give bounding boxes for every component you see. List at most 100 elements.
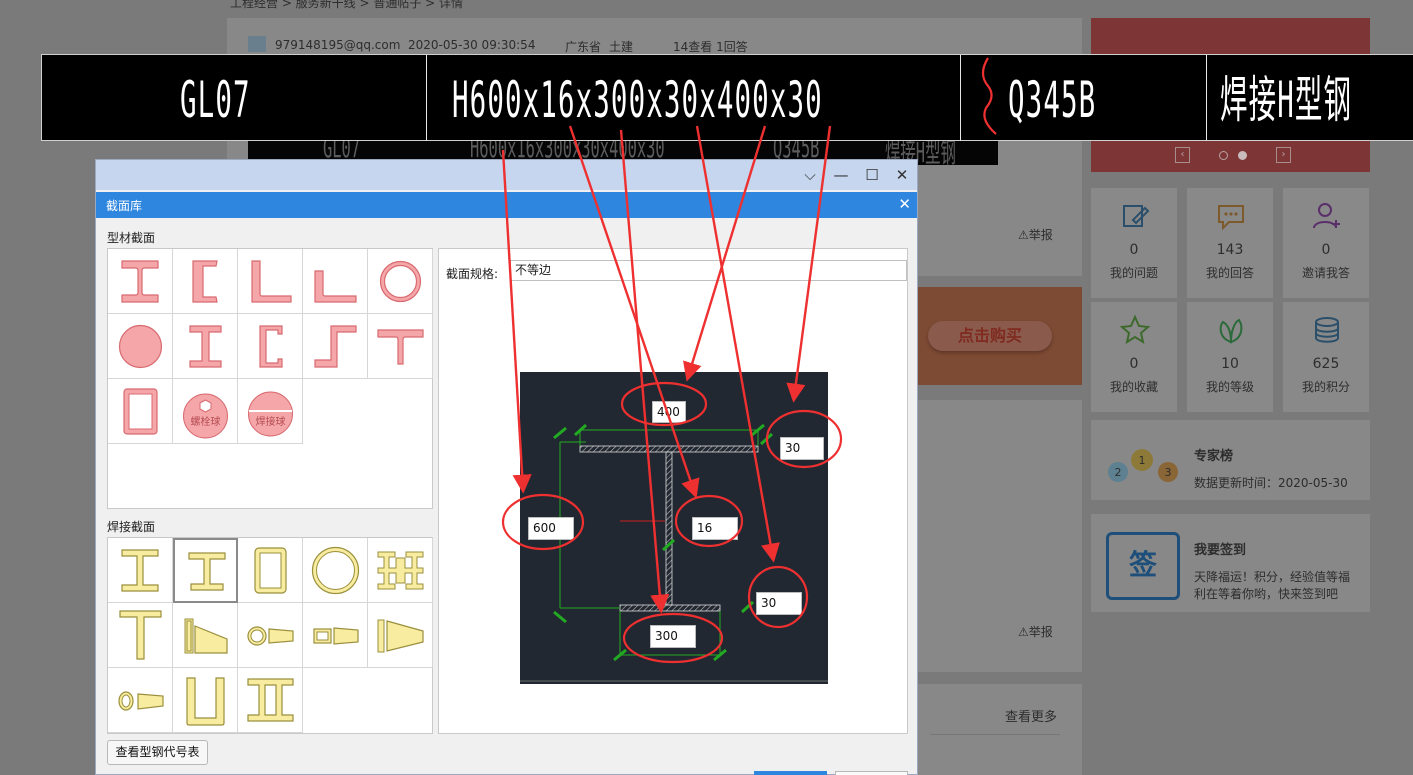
profile-t-section[interactable] — [368, 314, 433, 379]
chat-icon — [1218, 205, 1244, 231]
profile-lipped-channel[interactable] — [238, 314, 303, 379]
dim-top-flange-thickness[interactable]: 30 — [780, 437, 824, 460]
ok-button[interactable] — [754, 771, 827, 775]
question-email[interactable]: 979148195@qq.com — [275, 38, 400, 52]
t-section-pink-icon — [377, 329, 424, 365]
weld-cross[interactable] — [368, 538, 433, 603]
weld-double-channel-icon — [247, 678, 294, 722]
carousel-prev-button[interactable]: ‹ — [1175, 147, 1190, 163]
dim-bottom-flange-thickness[interactable]: 30 — [756, 592, 802, 615]
cad-member-code: GL07 — [180, 71, 251, 129]
question-region: 广东省 — [565, 40, 602, 54]
report-link-1[interactable]: ⚠举报 — [1018, 226, 1053, 243]
stat-label: 我的积分 — [1301, 380, 1350, 394]
section-library-window: ⌵ — ☐ ✕ 截面库 ✕ 型材截面 螺栓球 焊接球 焊接截面 截面规格: 不等… — [95, 159, 918, 775]
carousel-dot-1[interactable] — [1219, 151, 1228, 160]
stat-invite-me[interactable]: 0 邀请我答 — [1283, 188, 1369, 298]
weld-tapered-i[interactable] — [368, 603, 433, 668]
weld-i-beam[interactable] — [108, 538, 173, 603]
window-close-icon[interactable]: ✕ — [892, 165, 912, 185]
maximize-icon[interactable]: ☐ — [862, 165, 882, 185]
profile-round-bar[interactable] — [108, 314, 173, 379]
stat-my-points[interactable]: 625 我的积分 — [1283, 302, 1369, 412]
profile-pipe[interactable] — [368, 249, 433, 314]
svg-text:1: 1 — [1139, 454, 1146, 467]
stat-label: 我的等级 — [1205, 380, 1254, 394]
weld-h-beam-icon — [188, 552, 226, 591]
profile-h-beam[interactable] — [173, 314, 238, 379]
angle-pink-icon — [251, 260, 292, 303]
see-more-link[interactable]: 查看更多 — [1005, 706, 1057, 725]
weld-tapered-round[interactable] — [108, 668, 173, 733]
dim-height[interactable]: 600 — [528, 517, 574, 540]
buy-button[interactable]: 点击购买 — [928, 321, 1052, 351]
carousel-next-button[interactable]: › — [1276, 147, 1291, 163]
dim-web-thickness[interactable]: 16 — [692, 517, 738, 540]
weld-t-section[interactable] — [108, 603, 173, 668]
report-label: 举报 — [1028, 228, 1053, 242]
z-section-pink-icon — [314, 325, 357, 368]
avatar[interactable] — [248, 36, 266, 52]
profile-rect-tube[interactable] — [108, 379, 173, 444]
section-profiles-title: 型材截面 — [107, 231, 156, 245]
stat-my-questions[interactable]: 0 我的问题 — [1091, 188, 1177, 298]
h-beam-pink-icon — [189, 325, 222, 368]
weld-pipe[interactable] — [303, 538, 368, 603]
dim-bottom-flange-width[interactable]: 300 — [650, 625, 696, 648]
weld-cross-icon — [377, 551, 424, 590]
checkin-title: 我要签到 — [1194, 543, 1247, 558]
weld-tapered-h-icon — [184, 618, 228, 654]
spec-input[interactable]: 不等边 — [510, 260, 907, 281]
cad-separator — [960, 55, 961, 141]
weld-u-section[interactable] — [173, 668, 238, 733]
weld-t-icon — [119, 610, 162, 660]
divider — [930, 734, 1060, 735]
weld-u-icon — [186, 677, 225, 726]
steel-code-table-button[interactable]: 查看型钢代号表 — [107, 740, 208, 765]
profile-equal-angle[interactable] — [238, 249, 303, 314]
weld-double-channel[interactable] — [238, 668, 303, 733]
section-profiles-grid: 螺栓球 焊接球 — [107, 248, 433, 509]
profile-i-beam[interactable] — [108, 249, 173, 314]
weld-ball-label: 焊接球 — [256, 415, 286, 428]
dim-top-flange-width[interactable]: 400 — [652, 401, 686, 423]
stat-label: 我的收藏 — [1109, 380, 1158, 394]
report-label: 举报 — [1028, 625, 1053, 639]
profile-unequal-angle[interactable] — [303, 249, 368, 314]
weld-tapered-pipe[interactable] — [238, 603, 303, 668]
profile-z-section[interactable] — [303, 314, 368, 379]
edit-icon — [1123, 205, 1150, 227]
question-category: 土建 — [609, 40, 634, 54]
profile-channel[interactable] — [173, 249, 238, 314]
weld-sections-title: 焊接截面 — [107, 520, 156, 534]
dropdown-icon[interactable]: ⌵ — [800, 165, 820, 185]
dialog-title: 截面库 — [106, 199, 143, 213]
weld-tapered-h[interactable] — [173, 603, 238, 668]
stat-my-answers[interactable]: 143 我的回答 — [1187, 188, 1273, 298]
weld-ball-pink-icon: 焊接球 — [248, 391, 293, 437]
window-titlebar[interactable]: ⌵ — ☐ ✕ — [96, 160, 917, 190]
report-link-2[interactable]: ⚠举报 — [1018, 623, 1053, 640]
weld-h-beam-selected[interactable] — [173, 538, 238, 603]
stat-my-favorites[interactable]: 0 我的收藏 — [1091, 302, 1177, 412]
weld-tapered-box[interactable] — [303, 603, 368, 668]
question-datetime: 2020-05-30 09:30:54 — [408, 38, 536, 52]
stat-my-level[interactable]: 10 我的等级 — [1187, 302, 1273, 412]
checkin-desc-line2: 利在等着你哟，快来签到吧 — [1194, 587, 1339, 601]
breadcrumb[interactable]: 工程经营 > 服务新干线 > 普通帖子 > 详情 — [230, 0, 463, 11]
carousel-dot-2[interactable] — [1238, 151, 1247, 160]
question-views-answers: 14查看 1回答 — [673, 40, 748, 54]
profile-bolt-ball[interactable]: 螺栓球 — [173, 379, 238, 444]
minimize-icon[interactable]: — — [831, 165, 851, 185]
weld-box[interactable] — [238, 538, 303, 603]
cancel-button[interactable] — [835, 771, 908, 775]
calendar-checkin-icon[interactable]: 签 — [1106, 532, 1180, 600]
cad-material: Q345B — [1008, 71, 1097, 129]
weld-i-beam-icon — [121, 549, 159, 592]
stat-count: 143 — [1216, 242, 1244, 258]
dialog-close-icon[interactable]: ✕ — [898, 195, 911, 213]
dialog-header: 截面库 ✕ — [96, 192, 917, 218]
profile-weld-ball[interactable]: 焊接球 — [238, 379, 303, 444]
weld-tapered-pipe-icon — [247, 626, 294, 646]
weld-tapered-i-icon — [377, 619, 424, 653]
